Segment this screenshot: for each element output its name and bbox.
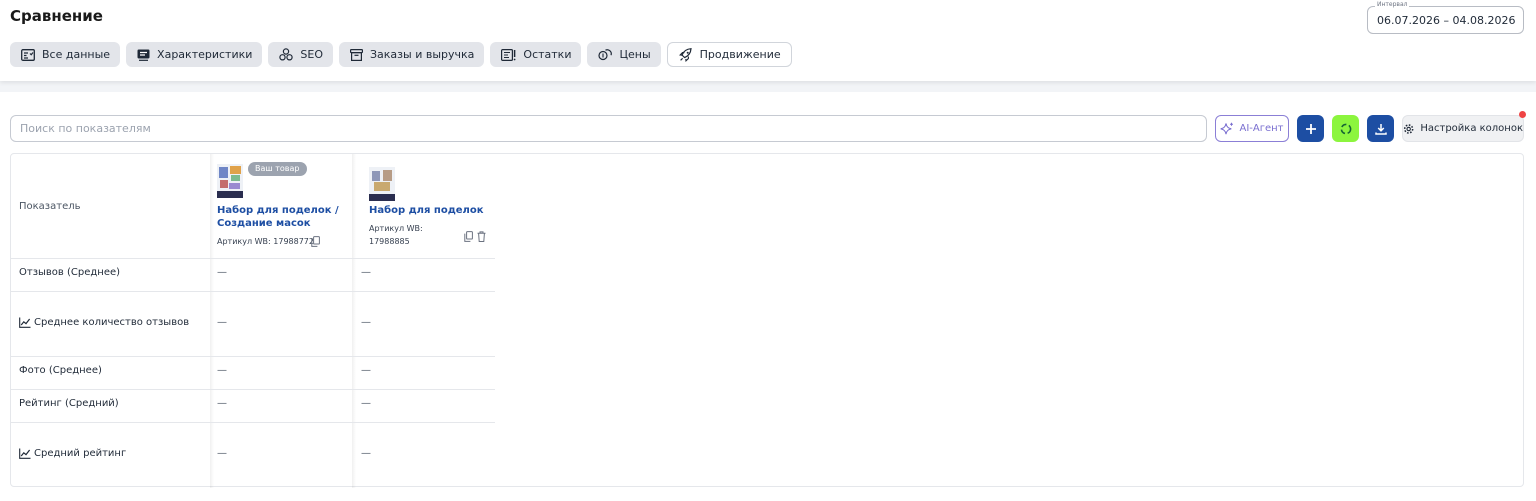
ai-agent-button[interactable]: AI-Агент bbox=[1215, 115, 1289, 142]
product-article: Артикул WB: 17988885 bbox=[369, 224, 423, 246]
copy-icon[interactable] bbox=[311, 236, 320, 247]
tab-label: Цены bbox=[619, 48, 651, 61]
search-input[interactable] bbox=[10, 115, 1207, 142]
row-divider bbox=[11, 258, 495, 259]
tab-promotion[interactable]: Продвижение bbox=[666, 42, 792, 67]
table-row-label: Среднее количество отзывов bbox=[19, 317, 189, 328]
row-label-text: Фото (Среднее) bbox=[19, 365, 102, 376]
table-cell: — bbox=[217, 448, 227, 459]
copy-icon[interactable] bbox=[464, 231, 473, 242]
tab-label: Все данные bbox=[42, 48, 111, 61]
coins-icon bbox=[598, 49, 613, 61]
trash-icon[interactable] bbox=[477, 231, 486, 242]
top-header: Сравнение Интервал 06.07.2026 – 04.08.20… bbox=[0, 0, 1536, 81]
product-column-header: Ваш товар Набор для поделок / Создание м… bbox=[211, 154, 352, 258]
product-column-header: Набор для поделок Артикул WB: 17988885 bbox=[353, 154, 494, 258]
plus-icon bbox=[1305, 123, 1316, 134]
table-cell: — bbox=[361, 365, 371, 376]
seo-icon bbox=[279, 48, 294, 61]
ai-agent-label: AI-Агент bbox=[1239, 123, 1284, 134]
product-title-link[interactable]: Набор для поделок / Создание масок bbox=[217, 204, 345, 230]
download-icon bbox=[1374, 123, 1387, 135]
row-label-text: Среднее количество отзывов bbox=[34, 317, 190, 328]
tab-orders-revenue[interactable]: Заказы и выручка bbox=[339, 42, 485, 67]
table-cell: — bbox=[361, 448, 371, 459]
table-row-label: Фото (Среднее) bbox=[19, 365, 102, 376]
product-image[interactable] bbox=[217, 164, 243, 198]
row-divider bbox=[11, 356, 495, 357]
row-divider bbox=[11, 389, 495, 390]
tab-label: Продвижение bbox=[699, 48, 781, 61]
interval-label: Интервал bbox=[1375, 1, 1410, 8]
interval-value: 06.07.2026 – 04.08.2026 bbox=[1377, 14, 1516, 27]
rocket-icon bbox=[678, 47, 692, 62]
line-chart-icon[interactable] bbox=[19, 448, 31, 459]
page-title: Сравнение bbox=[10, 7, 103, 25]
product-image[interactable] bbox=[369, 167, 395, 201]
row-divider bbox=[11, 422, 495, 423]
table-row-label: Отзывов (Среднее) bbox=[19, 267, 120, 278]
product-title-link[interactable]: Набор для поделок bbox=[369, 204, 489, 217]
column-settings-button[interactable]: Настройка колонок bbox=[1402, 115, 1524, 142]
archive-icon bbox=[350, 48, 363, 61]
row-label-text: Отзывов (Среднее) bbox=[19, 267, 121, 278]
interval-picker[interactable]: Интервал 06.07.2026 – 04.08.2026 bbox=[1367, 1, 1524, 34]
tab-bar: Все данные Характеристики SEO Заказы и в… bbox=[10, 42, 798, 67]
table-icon bbox=[21, 48, 35, 61]
table-cell: — bbox=[217, 398, 227, 409]
product-article: Артикул WB: 17988772 bbox=[217, 237, 314, 246]
sparkle-icon bbox=[1221, 122, 1234, 134]
notification-dot bbox=[1519, 111, 1526, 118]
refresh-button[interactable] bbox=[1332, 115, 1359, 142]
table-row-label: Рейтинг (Средний) bbox=[19, 398, 119, 409]
table-cell: — bbox=[217, 365, 227, 376]
tab-stock[interactable]: Остатки bbox=[490, 42, 582, 67]
table-cell: — bbox=[361, 267, 371, 278]
download-button[interactable] bbox=[1367, 115, 1394, 142]
add-product-button[interactable] bbox=[1297, 115, 1324, 142]
stock-icon bbox=[501, 48, 516, 61]
line-chart-icon[interactable] bbox=[19, 317, 31, 328]
tab-characteristics[interactable]: Характеристики bbox=[126, 42, 263, 67]
tab-label: Заказы и выручка bbox=[370, 48, 475, 61]
table-cell: — bbox=[217, 317, 227, 328]
tab-prices[interactable]: Цены bbox=[587, 42, 661, 67]
table-cell: — bbox=[361, 317, 371, 328]
list-icon bbox=[137, 49, 150, 61]
row-divider bbox=[11, 291, 495, 292]
your-product-badge: Ваш товар bbox=[248, 162, 307, 176]
tab-label: Характеристики bbox=[157, 48, 253, 61]
row-label-text: Рейтинг (Средний) bbox=[19, 398, 119, 409]
refresh-icon bbox=[1340, 123, 1351, 134]
tab-seo[interactable]: SEO bbox=[268, 42, 333, 67]
gear-icon bbox=[1403, 123, 1414, 134]
comparison-table: Показатель Ваш товар Набор для поделок /… bbox=[10, 153, 1524, 488]
table-cell: — bbox=[361, 398, 371, 409]
indicator-column-header: Показатель bbox=[19, 201, 81, 212]
tab-label: Остатки bbox=[523, 48, 572, 61]
table-row-label: Средний рейтинг bbox=[19, 448, 126, 459]
row-label-text: Средний рейтинг bbox=[34, 448, 127, 459]
column-settings-label: Настройка колонок bbox=[1420, 123, 1523, 134]
tab-label: SEO bbox=[300, 48, 323, 61]
comparison-panel: AI-Агент Настройка колонок Показатель bbox=[0, 92, 1536, 501]
tab-all-data[interactable]: Все данные bbox=[10, 42, 121, 67]
table-cell: — bbox=[217, 267, 227, 278]
